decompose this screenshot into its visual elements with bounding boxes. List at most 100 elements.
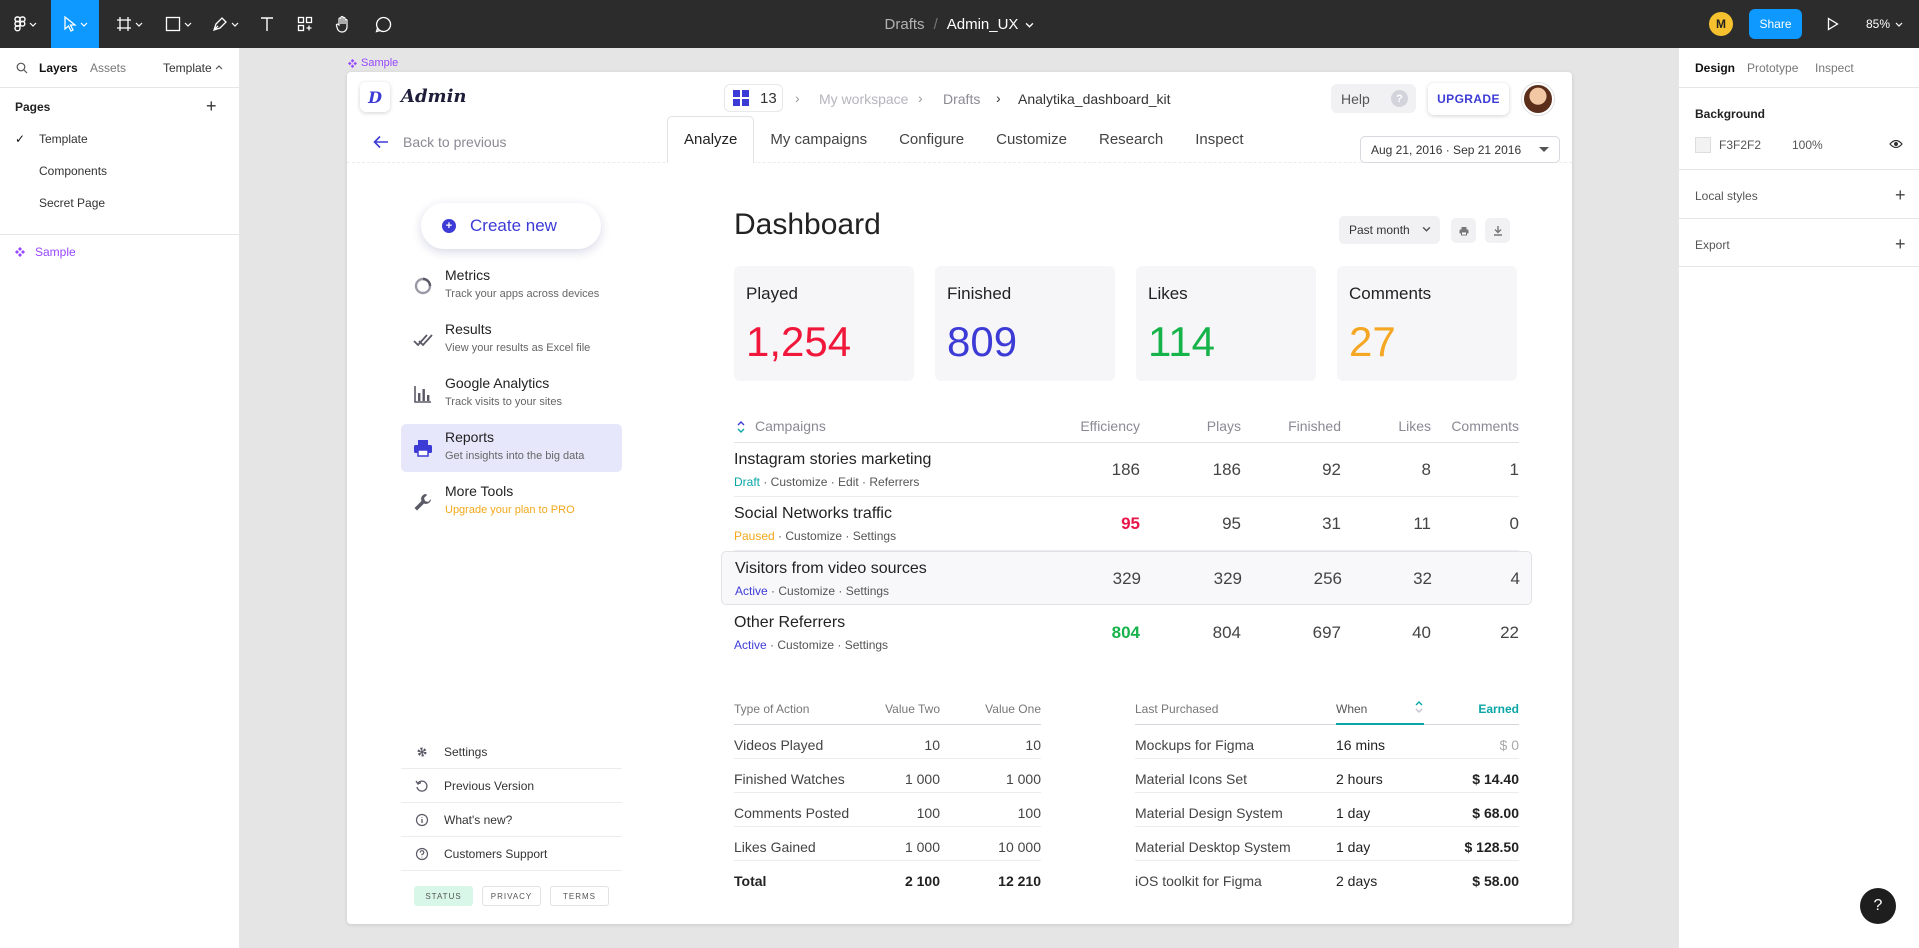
breadcrumb-current-file[interactable]: Analytika_dashboard_kit xyxy=(1018,91,1171,107)
nav-item-more-tools[interactable]: More Tools Upgrade your plan to PRO xyxy=(401,478,622,526)
shape-tool-button[interactable] xyxy=(158,0,198,48)
breadcrumb-my-workspace[interactable]: My workspace xyxy=(819,91,908,107)
chevron-down-icon[interactable] xyxy=(1025,20,1034,29)
pen-tool-button[interactable] xyxy=(205,0,245,48)
add-style-icon[interactable]: + xyxy=(1895,186,1906,204)
campaign-name[interactable]: Visitors from video sources xyxy=(735,560,927,578)
user-avatar[interactable]: M xyxy=(1709,12,1733,36)
print-button[interactable] xyxy=(1451,218,1476,243)
table-row[interactable]: Instagram stories marketing Draft · Cust… xyxy=(734,443,1519,497)
campaign-name[interactable]: Social Networks traffic xyxy=(734,505,892,523)
period-select[interactable]: Past month xyxy=(1339,216,1440,244)
column-header-earned[interactable]: Earned xyxy=(1439,702,1519,716)
tab-analyze[interactable]: Analyze xyxy=(667,116,755,163)
file-name[interactable]: Admin_UX xyxy=(947,16,1019,33)
customers-support-link[interactable]: Customers Support xyxy=(401,837,622,871)
present-button[interactable] xyxy=(1820,0,1846,48)
table-row[interactable]: Other Referrers Active · Customize · Set… xyxy=(734,606,1519,660)
tab-research[interactable]: Research xyxy=(1083,116,1179,163)
workspace-switcher[interactable]: 13 xyxy=(724,84,783,112)
nav-title: Metrics xyxy=(445,267,491,283)
pen-nib-icon xyxy=(212,17,227,32)
previous-version-link[interactable]: Previous Version xyxy=(401,769,622,803)
frame-tool-button[interactable] xyxy=(109,0,149,48)
page-item-components[interactable]: Components xyxy=(39,164,107,178)
table-row[interactable]: Social Networks traffic Paused · Customi… xyxy=(734,497,1519,551)
add-page-icon[interactable]: + xyxy=(206,97,217,115)
canvas[interactable]: Sample D Admin 13 › My workspace › Draft… xyxy=(240,48,1678,948)
whats-new-link[interactable]: What's new? xyxy=(401,803,622,837)
help-button[interactable]: ? xyxy=(1860,888,1896,924)
nav-item-reports[interactable]: Reports Get insights into the big data xyxy=(401,424,622,472)
campaign-name[interactable]: Other Referrers xyxy=(734,614,845,632)
layer-item-sample[interactable]: Sample xyxy=(15,245,76,259)
nav-item-google-analytics[interactable]: Google Analytics Track visits to your si… xyxy=(401,370,622,418)
back-to-previous-link[interactable]: Back to previous xyxy=(373,128,507,156)
share-button[interactable]: Share xyxy=(1749,9,1802,39)
cell-value-one: 100 xyxy=(1017,805,1041,821)
campaign-actions[interactable]: · Customize · Settings xyxy=(768,584,889,598)
nav-item-metrics[interactable]: Metrics Track your apps across devices xyxy=(401,262,622,310)
page-selector[interactable]: Template xyxy=(163,61,212,75)
tab-design[interactable]: Design xyxy=(1695,61,1735,75)
settings-link[interactable]: Settings xyxy=(401,735,622,769)
column-header-campaigns[interactable]: Campaigns xyxy=(755,418,826,434)
tab-layers[interactable]: Layers xyxy=(39,61,78,75)
download-button[interactable] xyxy=(1485,218,1510,243)
sort-icon[interactable] xyxy=(1414,700,1424,714)
terms-pill[interactable]: TERMS xyxy=(550,886,609,906)
create-new-button[interactable]: + Create new xyxy=(421,203,601,249)
column-header-efficiency[interactable]: Efficiency xyxy=(1050,418,1140,434)
background-opacity-input[interactable]: 100% xyxy=(1792,138,1823,152)
search-icon[interactable] xyxy=(16,62,28,74)
chevron-up-icon[interactable] xyxy=(215,64,223,72)
status-pill[interactable]: STATUS xyxy=(414,886,473,906)
chevron-down-icon xyxy=(231,22,238,27)
help-button[interactable]: Help ? xyxy=(1331,84,1416,113)
caret-down-icon xyxy=(1539,147,1549,152)
column-header-when[interactable]: When xyxy=(1336,702,1367,716)
date-range-select[interactable]: Aug 21, 2016 · Sep 21 2016 xyxy=(1360,136,1560,163)
breadcrumb-drafts[interactable]: Drafts xyxy=(943,91,980,107)
resources-button[interactable] xyxy=(290,0,320,48)
page-item-secret-page[interactable]: Secret Page xyxy=(39,196,105,210)
chevron-down-icon xyxy=(135,22,142,27)
sort-icon[interactable] xyxy=(736,420,746,434)
upgrade-button[interactable]: UPGRADE xyxy=(1428,83,1509,115)
frame-name-label[interactable]: Sample xyxy=(348,57,398,69)
tab-assets[interactable]: Assets xyxy=(90,61,126,75)
eye-icon[interactable] xyxy=(1889,139,1903,149)
column-header-likes[interactable]: Likes xyxy=(1371,418,1431,434)
column-header-comments[interactable]: Comments xyxy=(1434,418,1519,434)
avatar[interactable] xyxy=(1522,83,1554,115)
tab-inspect[interactable]: Inspect xyxy=(1179,116,1259,163)
page-item-template[interactable]: Template xyxy=(39,132,88,146)
column-header-plays[interactable]: Plays xyxy=(1171,418,1241,434)
background-hex-input[interactable]: F3F2F2 xyxy=(1719,138,1761,152)
column-header-finished[interactable]: Finished xyxy=(1261,418,1341,434)
nav-item-results[interactable]: Results View your results as Excel file xyxy=(401,316,622,364)
main-menu-button[interactable] xyxy=(8,0,42,48)
tab-inspect[interactable]: Inspect xyxy=(1815,61,1854,75)
hand-tool-button[interactable] xyxy=(328,0,358,48)
move-tool-button[interactable] xyxy=(51,0,99,48)
campaign-actions[interactable]: · Customize · Settings xyxy=(767,638,888,652)
checkmark-icon: ✓ xyxy=(15,132,26,146)
project-link[interactable]: Drafts xyxy=(885,16,925,33)
table-row[interactable]: Visitors from video sources Active · Cus… xyxy=(721,551,1532,605)
zoom-level[interactable]: 85% xyxy=(1866,0,1903,48)
tab-customize[interactable]: Customize xyxy=(980,116,1083,163)
stat-card-likes: Likes 114 xyxy=(1136,266,1316,381)
background-color-swatch[interactable] xyxy=(1695,137,1711,153)
campaign-actions[interactable]: · Customize · Settings xyxy=(775,529,896,543)
privacy-pill[interactable]: PRIVACY xyxy=(482,886,541,906)
campaign-actions[interactable]: · Customize · Edit · Referrers xyxy=(760,475,919,489)
campaign-name[interactable]: Instagram stories marketing xyxy=(734,451,931,469)
comment-tool-button[interactable] xyxy=(368,0,398,48)
tab-prototype[interactable]: Prototype xyxy=(1747,61,1798,75)
tab-configure[interactable]: Configure xyxy=(883,116,980,163)
tab-my-campaigns[interactable]: My campaigns xyxy=(754,116,883,163)
text-tool-button[interactable] xyxy=(252,0,282,48)
dashboard-frame[interactable]: D Admin 13 › My workspace › Drafts › Ana… xyxy=(347,72,1572,924)
add-export-icon[interactable]: + xyxy=(1895,235,1906,253)
